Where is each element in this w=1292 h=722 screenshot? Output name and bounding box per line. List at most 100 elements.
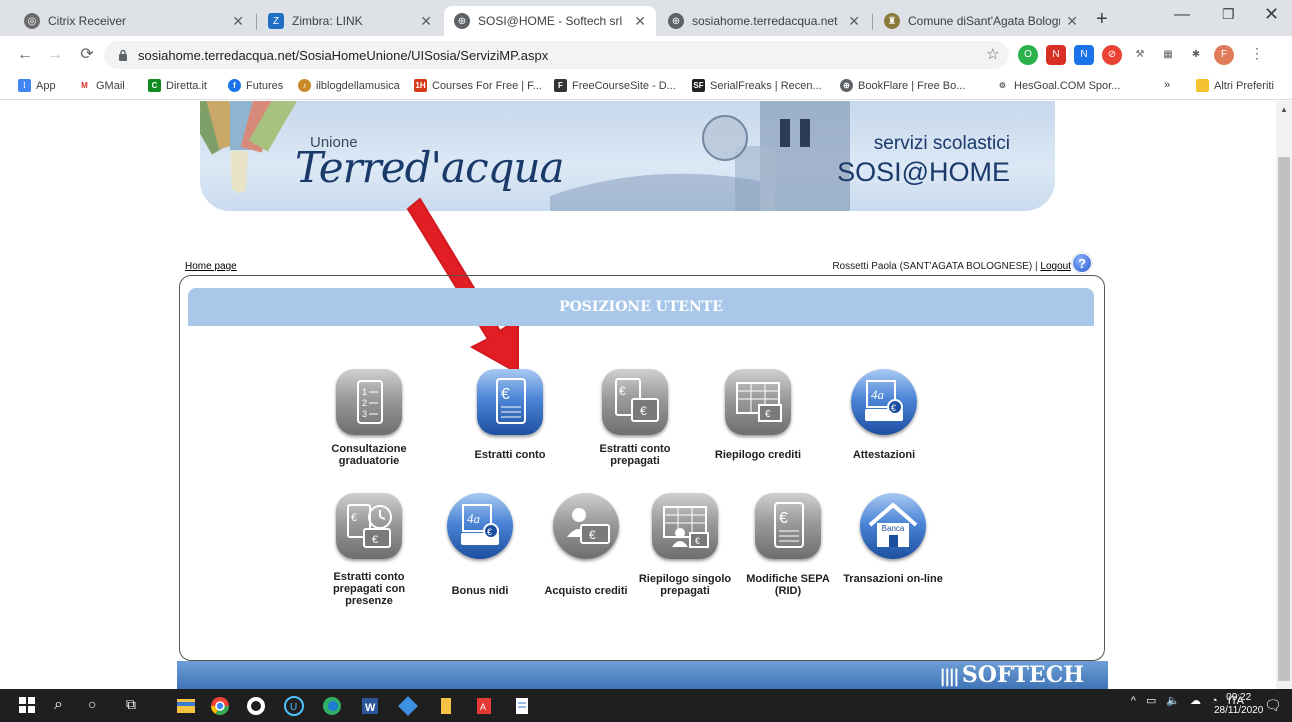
extension-block-icon[interactable]: ⊘ <box>1102 45 1122 65</box>
search-icon[interactable]: ⌕ <box>54 696 74 716</box>
clock[interactable]: 09:22 28/11/2020 <box>1214 691 1263 717</box>
tile-riepilogo-crediti[interactable]: € Riepilogo crediti <box>703 369 813 461</box>
file-explorer-icon[interactable] <box>176 696 196 716</box>
buy-credit-icon: € <box>553 493 619 559</box>
acrobat-icon[interactable]: A <box>474 696 494 716</box>
extension-new-blue-icon[interactable]: N <box>1074 45 1094 65</box>
network-icon[interactable]: ▭ <box>1146 694 1156 707</box>
extensions-puzzle-icon[interactable]: ✱ <box>1186 45 1206 65</box>
app-puzzle-icon[interactable] <box>398 696 418 716</box>
browser-toolbar: ← → ⟳ sosiahome.terredacqua.net/SosiaHom… <box>0 36 1292 74</box>
close-icon[interactable]: ✕ <box>232 13 244 30</box>
app-u-icon[interactable]: U <box>284 696 304 716</box>
close-icon[interactable]: ✕ <box>848 13 860 30</box>
extension-green-icon[interactable]: O <box>1018 45 1038 65</box>
bookmark-courses[interactable]: 1H Courses For Free | F... <box>414 79 542 92</box>
overflow-chevron: » <box>1164 79 1171 91</box>
bookmark-blog[interactable]: ♪ ilblogdellamusica <box>298 79 400 92</box>
bank-house-icon: Banca <box>860 493 926 559</box>
bookmarks-overflow[interactable]: » <box>1164 79 1170 91</box>
address-bar[interactable]: sosiahome.terredacqua.net/SosiaHomeUnion… <box>104 41 1009 69</box>
tab-citrix[interactable]: ◎ Citrix Receiver ✕ <box>14 6 254 36</box>
cortana-icon[interactable]: ○ <box>88 696 108 716</box>
tile-transazioni-online[interactable]: Banca Transazioni on-line <box>838 493 948 585</box>
cloud-icon[interactable]: ☁ <box>1190 694 1201 707</box>
scroll-up-icon[interactable]: ▲ <box>1280 105 1288 114</box>
close-icon[interactable]: ✕ <box>420 13 432 30</box>
close-icon[interactable]: ✕ <box>1066 13 1078 30</box>
restore-button[interactable]: ❐ <box>1222 6 1235 23</box>
svg-text:A: A <box>480 702 486 712</box>
tile-riepilogo-singolo-prepagati[interactable]: € Riepilogo singolo prepagati <box>630 493 740 597</box>
bookmark-app[interactable]: ⁞ App <box>18 79 56 92</box>
banner-app-name: SOSI@HOME <box>837 157 1010 187</box>
tile-bonus-nidi[interactable]: 4a € Bonus nidi <box>425 493 535 597</box>
extension-tools-icon[interactable]: ⚒ <box>1130 45 1150 65</box>
close-icon[interactable]: ✕ <box>634 13 646 30</box>
bookmark-gmail[interactable]: M GMail <box>78 79 125 92</box>
extension-qr-icon[interactable]: ▦ <box>1158 45 1178 65</box>
bonus-printer-icon: 4a € <box>447 493 513 559</box>
tile-attestazioni[interactable]: 4a € Attestazioni <box>829 369 939 461</box>
bookmark-serialfreaks[interactable]: SF SerialFreaks | Recen... <box>692 79 822 92</box>
tab-sosiahome[interactable]: ⊕ sosiahome.terredacqua.net ✕ <box>658 6 870 36</box>
home-page-link[interactable]: Home page <box>185 261 237 272</box>
tile-acquisto-crediti[interactable]: € Acquisto crediti <box>531 493 641 597</box>
user-name: Rossetti Paola (SANT'AGATA BOLOGNESE) | <box>832 261 1041 272</box>
svg-text:4a: 4a <box>467 511 481 526</box>
bookmark-futures[interactable]: f Futures <box>228 79 283 92</box>
lock-icon <box>118 49 128 61</box>
folder-icon <box>1196 79 1209 92</box>
tile-label: Estratti conto prepagati con presenze <box>332 571 406 607</box>
footer-brand: SOFTECH <box>961 662 1084 688</box>
bookmark-bookflare[interactable]: ⊕ BookFlare | Free Bo... <box>840 79 965 92</box>
tab-separator <box>256 14 257 30</box>
credit-table-icon: € <box>725 369 791 435</box>
edge-icon[interactable] <box>322 696 342 716</box>
notepad-icon[interactable] <box>512 696 532 716</box>
tile-consultazione-graduatorie[interactable]: 123 Consultazione graduatorie <box>314 369 424 467</box>
help-icon[interactable]: ? <box>1072 253 1092 273</box>
bookmark-diretta[interactable]: C Diretta.it <box>148 79 207 92</box>
menu-kebab-icon[interactable]: ⋮ <box>1250 45 1264 62</box>
barcode-mark: |||| <box>939 666 962 687</box>
tile-modifiche-sepa[interactable]: € Modifiche SEPA (RID) <box>733 493 843 597</box>
app-whatsapp-icon[interactable] <box>246 696 266 716</box>
tile-estratti-conto-prepagati-presenze[interactable]: € € Estratti conto prepagati con presenze <box>314 493 424 607</box>
notifications-icon[interactable]: 🗨 <box>1264 697 1282 714</box>
word-icon[interactable]: W <box>360 696 380 716</box>
forward-button[interactable]: → <box>44 44 66 66</box>
new-tab-button[interactable]: + <box>1096 8 1108 31</box>
windows-start-icon[interactable] <box>18 696 38 716</box>
tab-title: Zimbra: LINK <box>292 14 363 28</box>
svg-text:€: € <box>372 534 378 546</box>
page-scrollbar[interactable]: ▲ <box>1276 101 1292 689</box>
bookmark-freecourse[interactable]: F FreeCourseSite - D... <box>554 79 676 92</box>
task-view-icon[interactable]: ⧉ <box>126 696 146 716</box>
logout-link[interactable]: Logout <box>1040 261 1071 272</box>
scrollbar-thumb[interactable] <box>1278 157 1290 681</box>
back-button[interactable]: ← <box>14 44 36 66</box>
app-folder-yellow-icon[interactable] <box>436 696 456 716</box>
tray-chevron-icon[interactable]: ^ <box>1131 695 1136 707</box>
bookmark-label: Futures <box>246 79 284 92</box>
extension-new-icon[interactable]: N <box>1046 45 1066 65</box>
bookmark-hesgoal[interactable]: ⚙ HesGoal.COM Spor... <box>996 79 1120 92</box>
chrome-icon[interactable] <box>210 696 230 716</box>
volume-icon[interactable]: 🔈 <box>1166 694 1180 707</box>
svg-text:€: € <box>765 409 771 420</box>
tab-zimbra[interactable]: Z Zimbra: LINK ✕ <box>258 6 442 36</box>
bookmark-other-folder[interactable]: Altri Preferiti <box>1196 79 1274 92</box>
profile-avatar[interactable]: F <box>1214 45 1234 65</box>
zimbra-icon: Z <box>268 13 284 29</box>
tab-sosi-home[interactable]: ⊕ SOSI@HOME - Softech srl ✕ <box>444 6 656 36</box>
tile-estratti-conto[interactable]: € Estratti conto <box>455 369 565 461</box>
diretta-icon: C <box>148 79 161 92</box>
star-icon[interactable]: ☆ <box>986 45 999 63</box>
reload-button[interactable]: ⟳ <box>76 44 98 66</box>
minimize-button[interactable]: — <box>1174 6 1190 24</box>
tile-estratti-conto-prepagati[interactable]: € € Estratti conto prepagati <box>580 369 690 467</box>
bookmark-label: FreeCourseSite - D... <box>572 79 676 92</box>
close-window-button[interactable]: ✕ <box>1264 4 1279 25</box>
tab-comune[interactable]: ♜ Comune diSant'Agata Bologne ✕ <box>874 6 1088 36</box>
